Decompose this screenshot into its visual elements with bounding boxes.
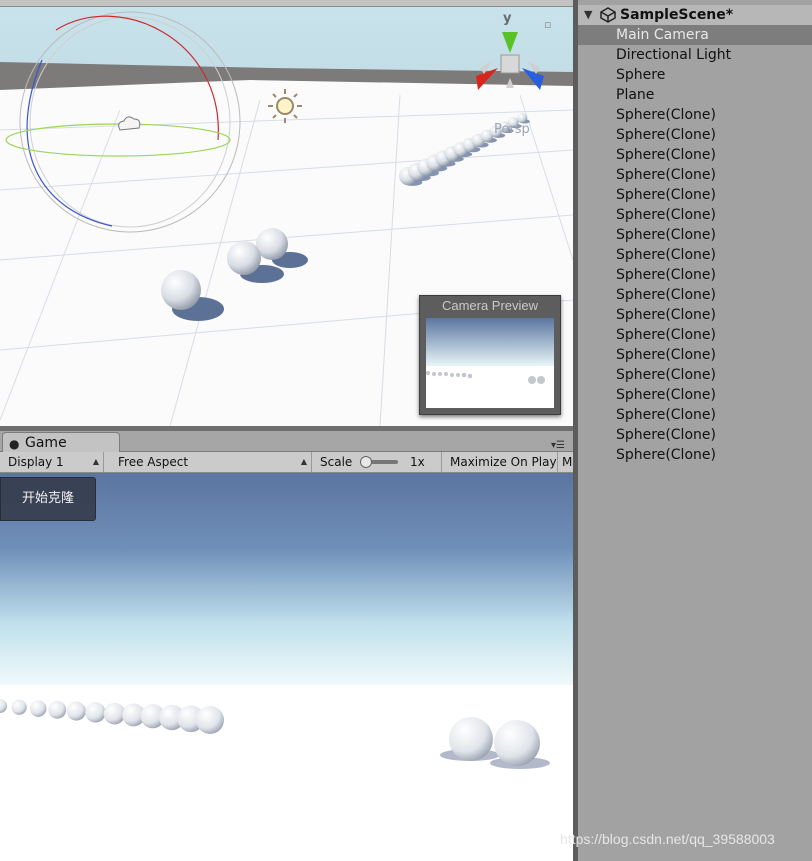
camera-preview: Camera Preview <box>419 295 561 415</box>
sphere-object <box>48 700 67 719</box>
aspect-dropdown-value: Free Aspect <box>118 455 189 469</box>
hierarchy-item[interactable]: Sphere(Clone) <box>578 345 812 365</box>
hierarchy-item[interactable]: Sphere(Clone) <box>578 185 812 205</box>
hierarchy-item[interactable]: Sphere(Clone) <box>578 445 812 465</box>
game-toolbar: Display 1 ▲ Free Aspect ▲ Scale 1x Maxim… <box>0 452 573 473</box>
watermark-text: https://blog.csdn.net/qq_39588003 <box>560 831 775 847</box>
hierarchy-item[interactable]: Directional Light <box>578 45 812 65</box>
display-dropdown[interactable]: Display 1 ▲ <box>0 452 104 472</box>
scale-label: Scale <box>320 455 353 469</box>
sphere-object <box>11 699 27 715</box>
hierarchy-item[interactable]: Sphere(Clone) <box>578 145 812 165</box>
aspect-dropdown[interactable]: Free Aspect ▲ <box>110 452 312 472</box>
sphere-object <box>85 702 106 723</box>
game-viewport <box>0 473 573 861</box>
hierarchy-item[interactable]: Sphere(Clone) <box>578 405 812 425</box>
sphere-object <box>103 702 126 725</box>
hierarchy-list: Main Camera Directional Light Sphere Plane S… <box>578 25 812 465</box>
hierarchy-item[interactable]: Sphere(Clone) <box>578 305 812 325</box>
unity-scene-icon <box>600 7 616 23</box>
display-dropdown-value: Display 1 <box>8 455 64 469</box>
gizmo-y-label: y <box>503 11 512 26</box>
hierarchy-item[interactable]: Sphere(Clone) <box>578 245 812 265</box>
hierarchy-item[interactable]: Plane <box>578 85 812 105</box>
scale-value: 1x <box>409 455 425 469</box>
scene-toolbar-strip <box>0 0 573 7</box>
hierarchy-item[interactable]: Sphere(Clone) <box>578 285 812 305</box>
scale-slider-knob[interactable] <box>360 456 373 468</box>
scene-header[interactable]: ▼ SampleScene* <box>578 5 812 26</box>
tab-game[interactable]: ● Game <box>2 432 120 453</box>
tab-game-label: Game <box>25 435 67 451</box>
game-controller-icon: ● <box>9 437 20 451</box>
hierarchy-item[interactable]: Sphere(Clone) <box>578 205 812 225</box>
hierarchy-item[interactable]: Main Camera <box>578 25 812 45</box>
hierarchy-item[interactable]: Sphere(Clone) <box>578 125 812 145</box>
scale-slider[interactable] <box>360 456 399 468</box>
maximize-on-play-label: Maximize On Play <box>450 455 557 469</box>
mute-audio-label: Mu <box>562 455 573 469</box>
hierarchy-item[interactable]: Sphere(Clone) <box>578 425 812 445</box>
projection-label[interactable]: Persp <box>494 122 530 137</box>
mute-audio-toggle[interactable]: Mu <box>556 452 573 472</box>
start-clone-button[interactable]: 开始克隆 <box>0 477 96 521</box>
hierarchy-item[interactable]: Sphere(Clone) <box>578 385 812 405</box>
lock-icon[interactable]: ▫ <box>544 18 556 32</box>
hierarchy-item[interactable]: Sphere(Clone) <box>578 165 812 185</box>
sphere-object <box>66 701 86 721</box>
camera-preview-image <box>426 318 554 408</box>
hierarchy-panel: ▼ SampleScene* Main Camera Directional Li… <box>578 0 812 861</box>
hierarchy-item[interactable]: Sphere(Clone) <box>578 225 812 245</box>
hierarchy-item[interactable]: Sphere(Clone) <box>578 265 812 285</box>
foldout-triangle-icon[interactable]: ▼ <box>584 5 592 25</box>
updown-arrow-icon: ▲ <box>92 457 99 466</box>
scale-control: Scale 1x <box>312 452 442 472</box>
game-view[interactable]: 开始克隆 <box>0 473 573 861</box>
game-tab-bar: ● Game <box>0 431 573 453</box>
hierarchy-item[interactable]: Sphere(Clone) <box>578 325 812 345</box>
hierarchy-item[interactable]: Sphere(Clone) <box>578 105 812 125</box>
maximize-on-play-toggle[interactable]: Maximize On Play <box>442 452 558 472</box>
scene-name: SampleScene* <box>620 7 734 23</box>
updown-arrow-icon: ▲ <box>300 457 307 466</box>
camera-preview-title: Camera Preview <box>441 298 539 313</box>
sphere-object <box>29 700 47 717</box>
hierarchy-item[interactable]: Sphere <box>578 65 812 85</box>
hierarchy-item[interactable]: Sphere(Clone) <box>578 365 812 385</box>
panel-menu-icon[interactable]: ▾☰ <box>551 441 571 451</box>
scene-view[interactable]: y ▫ Persp Camera Preview <box>0 0 573 426</box>
sphere-object <box>196 706 224 734</box>
orientation-gizmo-icon[interactable] <box>470 28 552 100</box>
